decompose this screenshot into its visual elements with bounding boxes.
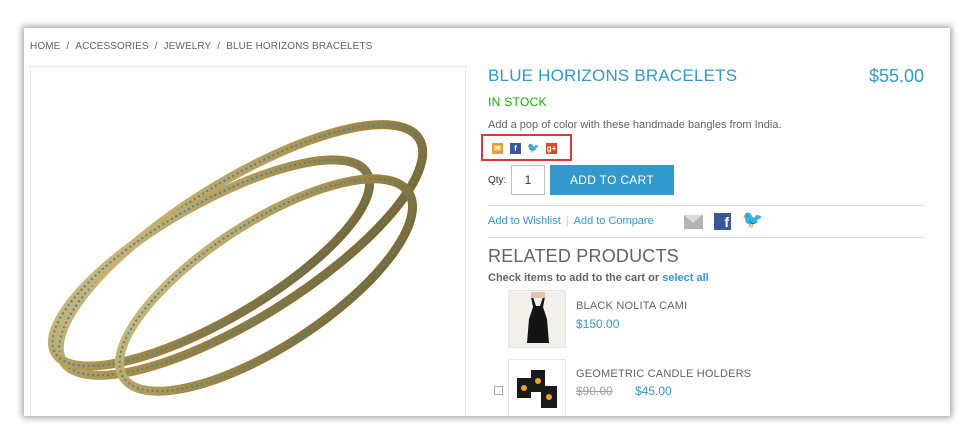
stock-status: IN STOCK <box>488 95 547 109</box>
breadcrumb: HOME / ACCESSORIES / JEWELRY / BLUE HORIZONS B… <box>30 41 372 52</box>
facebook-icon[interactable]: f <box>714 213 731 230</box>
product-description: Add a pop of color with these handmade b… <box>488 119 782 131</box>
related-item-old-price: $90.00 <box>576 384 613 398</box>
related-item-image[interactable] <box>508 359 566 416</box>
email-icon[interactable] <box>684 215 703 229</box>
twitter-icon[interactable]: 🐦 <box>742 211 763 229</box>
related-products-title: RELATED PRODUCTS <box>488 246 679 266</box>
select-all-link[interactable]: select all <box>662 272 708 284</box>
divider <box>488 205 924 206</box>
candle-holders-image <box>509 360 565 416</box>
related-item-price: $150.00 <box>576 317 620 331</box>
product-image[interactable] <box>30 66 466 416</box>
share-icons-highlight: ✉ f 🐦 g+ <box>481 134 572 161</box>
related-item-name[interactable]: BLACK NOLITA CAMI <box>576 300 687 312</box>
email-icon[interactable]: ✉ <box>492 143 503 154</box>
google-plus-icon[interactable]: g+ <box>546 143 557 154</box>
breadcrumb-jewelry[interactable]: JEWELRY <box>164 41 212 52</box>
related-item-image[interactable] <box>508 290 566 348</box>
link-separator: | <box>565 215 569 227</box>
bracelets-image <box>47 120 428 396</box>
qty-label: Qty: <box>488 175 507 186</box>
breadcrumb-separator: / <box>217 41 221 52</box>
divider <box>488 237 924 238</box>
add-to-wishlist-link[interactable]: Add to Wishlist <box>488 215 561 227</box>
related-item-price: $45.00 <box>635 384 672 398</box>
product-price: $55.00 <box>868 66 924 86</box>
facebook-icon[interactable]: f <box>510 143 521 154</box>
related-item-name[interactable]: GEOMETRIC CANDLE HOLDERS <box>576 368 751 380</box>
breadcrumb-home[interactable]: HOME <box>30 41 60 52</box>
add-to-compare-link[interactable]: Add to Compare <box>574 215 654 227</box>
product-links: Add to Wishlist | Add to Compare <box>488 215 654 227</box>
add-to-cart-button[interactable]: ADD TO CART <box>550 165 674 195</box>
breadcrumb-accessories[interactable]: ACCESSORIES <box>75 41 148 52</box>
breadcrumb-separator: / <box>66 41 70 52</box>
twitter-icon[interactable]: 🐦 <box>527 143 539 154</box>
product-page: HOME / ACCESSORIES / JEWELRY / BLUE HORIZONS B… <box>24 28 950 416</box>
qty-input[interactable] <box>511 165 545 195</box>
related-item-checkbox[interactable] <box>494 386 503 395</box>
cami-image <box>509 291 565 347</box>
breadcrumb-separator: / <box>154 41 158 52</box>
related-instruction: Check items to add to the cart or select… <box>488 272 709 284</box>
product-title: BLUE HORIZONS BRACELETS <box>488 66 738 85</box>
breadcrumb-current: BLUE HORIZONS BRACELETS <box>226 41 373 52</box>
